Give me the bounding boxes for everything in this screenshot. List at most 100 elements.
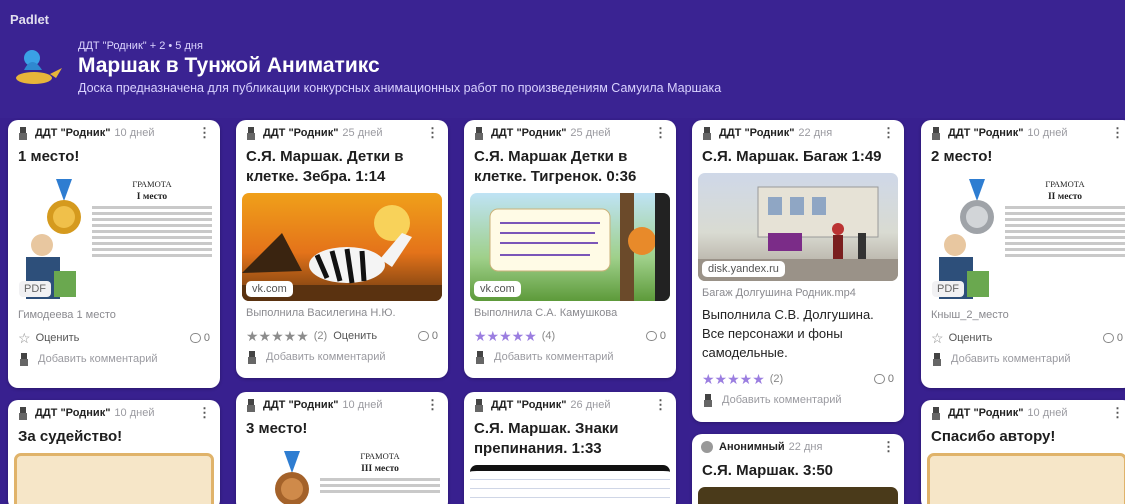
post-card[interactable]: ДДТ "Родник" 10 дней ⋮ За судейство! (8, 400, 220, 504)
more-options-icon[interactable]: ⋮ (1111, 125, 1124, 141)
author-avatar-icon (247, 398, 255, 412)
add-comment-row[interactable]: Добавить комментарий (921, 347, 1125, 367)
certificate-heading: ГРАМОТА (132, 179, 172, 189)
add-comment-placeholder[interactable]: Добавить комментарий (266, 351, 385, 363)
rate-button[interactable]: Оценить (36, 332, 80, 344)
post-card[interactable]: ДДТ "Родник" 26 дней ⋮ С.Я. Маршак. Знак… (464, 392, 676, 504)
add-comment-placeholder[interactable]: Добавить комментарий (722, 394, 841, 406)
user-avatar-icon (933, 352, 941, 366)
link-domain[interactable]: vk.com (474, 281, 521, 297)
attachment-caption: Выполнила С.А. Камушкова (474, 307, 618, 319)
comment-icon[interactable] (417, 331, 429, 341)
rating-stars[interactable]: ★★★★★ (246, 328, 309, 345)
add-comment-placeholder[interactable]: Добавить комментарий (494, 351, 613, 363)
post-title: С.Я. Маршак. Детки в клетке. Зебра. 1:14 (246, 148, 404, 185)
add-comment-row[interactable]: Добавить комментарий (464, 345, 676, 365)
rate-button[interactable]: Оценить (333, 330, 377, 342)
post-card[interactable]: ДДТ "Родник" 10 дней ⋮ 3 место! ГРАМОТА … (236, 392, 448, 504)
post-card[interactable]: ДДТ "Родник" 25 дней ⋮ С.Я. Маршак Детки… (464, 120, 676, 378)
user-avatar-icon (704, 393, 712, 407)
post-card[interactable]: ДДТ "Родник" 22 дня ⋮ С.Я. Маршак. Багаж… (692, 120, 904, 422)
post-card[interactable]: Анонимный 22 дня ⋮ С.Я. Маршак. 3:50 (692, 434, 904, 504)
genie-lamp-icon (16, 50, 62, 84)
author-avatar-icon (475, 398, 483, 412)
post-author: Анонимный (719, 441, 785, 453)
post-author: ДДТ "Родник" (491, 399, 567, 411)
certificate-attachment[interactable] (927, 453, 1125, 504)
link-domain[interactable]: disk.yandex.ru (702, 261, 785, 277)
certificate-place: I место (136, 192, 168, 202)
link-domain[interactable]: vk.com (246, 281, 293, 297)
attachment-caption: Выполнила Василегина Н.Ю. (246, 307, 396, 319)
post-author: ДДТ "Родник" (948, 407, 1024, 419)
post-age: 25 дней (570, 127, 611, 139)
post-title: С.Я. Маршак. Знаки препинания. 1:33 (474, 420, 619, 457)
star-outline-icon[interactable]: ☆ (931, 330, 944, 347)
more-options-icon[interactable]: ⋮ (654, 397, 667, 413)
add-comment-placeholder[interactable]: Добавить комментарий (38, 353, 157, 365)
add-comment-row[interactable]: Добавить комментарий (692, 388, 904, 408)
post-author: ДДТ "Родник" (263, 399, 339, 411)
board-meta: ДДТ "Родник" + 2 • 5 дня (78, 40, 203, 52)
certificate-place: II место (1047, 192, 1083, 202)
certificate-text: ГРАМОТА II место (1005, 179, 1125, 260)
author-avatar-icon (703, 126, 711, 140)
comment-icon[interactable] (189, 333, 201, 343)
certificate-attachment[interactable]: ГРАМОТА III место (242, 445, 442, 504)
post-card[interactable]: ДДТ "Родник" 10 дней ⋮ 2 место! ГРАМОТА … (921, 120, 1125, 388)
post-author: ДДТ "Родник" (263, 127, 339, 139)
rating-stars[interactable]: ★★★★★ (702, 371, 765, 388)
post-age: 10 дней (1027, 127, 1068, 139)
more-options-icon[interactable]: ⋮ (426, 125, 439, 141)
certificate-text: ГРАМОТА III место (320, 451, 440, 496)
more-options-icon[interactable]: ⋮ (882, 125, 895, 141)
post-age: 25 дней (342, 127, 383, 139)
user-avatar-icon (248, 350, 256, 364)
rating-stars[interactable]: ★★★★★ (474, 328, 537, 345)
certificate-attachment[interactable]: ГРАМОТА I место PDF (14, 173, 214, 303)
attachment-caption: Багаж Долгушина Родник.mp4 (702, 287, 856, 299)
author-avatar-icon (475, 126, 483, 140)
add-comment-row[interactable]: Добавить комментарий (236, 345, 448, 365)
post-author: ДДТ "Родник" (719, 127, 795, 139)
more-options-icon[interactable]: ⋮ (882, 439, 895, 455)
comment-count: 0 (203, 332, 210, 344)
more-options-icon[interactable]: ⋮ (654, 125, 667, 141)
comment-count: 0 (659, 330, 666, 342)
comment-count: 0 (1116, 332, 1123, 344)
post-card[interactable]: ДДТ "Родник" 10 дней ⋮ 1 место! ГРАМОТА … (8, 120, 220, 388)
more-options-icon[interactable]: ⋮ (1111, 405, 1124, 421)
video-thumbnail-zebra[interactable]: vk.com (242, 193, 442, 301)
post-age: 10 дней (1027, 407, 1068, 419)
post-title: Спасибо автору! (931, 428, 1056, 445)
star-outline-icon[interactable]: ☆ (18, 330, 31, 347)
video-thumbnail-tiger[interactable]: vk.com (470, 193, 670, 301)
certificate-place: III место (361, 464, 399, 474)
certificate-attachment[interactable] (14, 453, 214, 504)
user-avatar-icon (20, 352, 28, 366)
video-thumbnail-punctuation[interactable] (470, 465, 670, 504)
bronze-medal-icon (275, 451, 309, 504)
post-card[interactable]: ДДТ "Родник" 10 дней ⋮ Спасибо автору! (921, 400, 1125, 504)
more-options-icon[interactable]: ⋮ (426, 397, 439, 413)
comment-icon[interactable] (645, 331, 657, 341)
more-options-icon[interactable]: ⋮ (198, 405, 211, 421)
add-comment-row[interactable]: Добавить комментарий (8, 347, 220, 367)
comment-icon[interactable] (1102, 333, 1114, 343)
rate-button[interactable]: Оценить (949, 332, 993, 344)
board-title[interactable]: Маршак в Тунжой Аниматикс (78, 54, 380, 78)
add-comment-placeholder[interactable]: Добавить комментарий (951, 353, 1070, 365)
post-age: 22 дня (798, 127, 833, 139)
rating-count: (2) (313, 330, 328, 342)
certificate-attachment[interactable]: ГРАМОТА II место PDF (927, 173, 1125, 303)
video-thumbnail[interactable] (698, 487, 898, 504)
post-author: ДДТ "Родник" (35, 407, 111, 419)
video-thumbnail-baggage[interactable]: disk.yandex.ru (698, 173, 898, 281)
post-card[interactable]: ДДТ "Родник" 25 дней ⋮ С.Я. Маршак. Детк… (236, 120, 448, 378)
post-author: ДДТ "Родник" (35, 127, 111, 139)
comment-icon[interactable] (873, 374, 885, 384)
author-avatar-icon (19, 406, 27, 420)
more-options-icon[interactable]: ⋮ (198, 125, 211, 141)
post-age: 22 дня (788, 441, 823, 453)
padlet-logo[interactable]: Padlet (10, 12, 49, 27)
